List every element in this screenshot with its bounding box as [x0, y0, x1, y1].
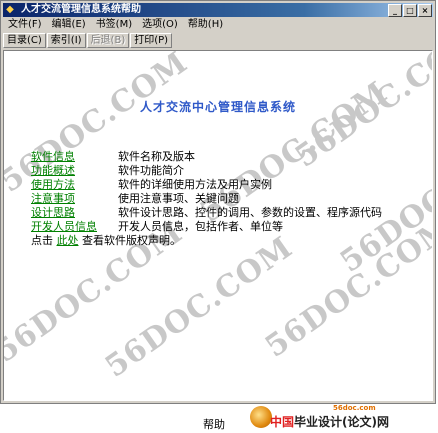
entry-description: 软件名称及版本: [118, 150, 195, 163]
list-item: 开发人员信息 开发人员信息，包括作者、单位等: [31, 220, 283, 234]
print-button[interactable]: 打印(P): [130, 33, 173, 48]
site-logo: 56doc.com 中国毕业设计(论文)网: [248, 404, 438, 433]
list-item: 注意事项 使用注意事项、关键问题: [31, 192, 239, 206]
close-button[interactable]: ×: [418, 4, 432, 17]
copyright-note: 点击 此处 查看软件版权声明。: [31, 234, 181, 248]
list-item: 功能概述 软件功能简介: [31, 164, 184, 178]
topic-list: 软件信息 软件名称及版本 功能概述 软件功能简介 使用方法 软件的详细使用方法及…: [31, 150, 382, 248]
logo-text: 中国毕业设计(论文)网: [270, 413, 389, 430]
link-design[interactable]: 设计思路: [31, 206, 75, 220]
toolbar: 目录(C) 索引(I) 后退(B) 打印(P): [3, 33, 433, 48]
link-function-overview[interactable]: 功能概述: [31, 164, 75, 178]
logo-url: 56doc.com: [333, 404, 376, 412]
menu-file[interactable]: 文件(F): [3, 18, 47, 31]
list-item: 使用方法 软件的详细使用方法及用户实例: [31, 178, 272, 192]
note-prefix: 点击: [31, 234, 53, 247]
maximize-button[interactable]: □: [403, 4, 417, 17]
watermark: 56DOC.COM: [99, 229, 300, 385]
link-software-info[interactable]: 软件信息: [31, 150, 75, 164]
entry-description: 软件功能简介: [118, 164, 184, 177]
note-suffix: 查看软件版权声明。: [82, 234, 181, 247]
watermark: 56DOC.COM: [259, 209, 433, 365]
back-button[interactable]: 后退(B): [86, 33, 130, 48]
contents-button[interactable]: 目录(C): [3, 33, 46, 48]
title-bar[interactable]: ◆ 人才交流管理信息系统帮助 _ □ ×: [3, 3, 433, 17]
menu-options[interactable]: 选项(O): [137, 18, 183, 31]
logo-text-black: 毕业设计(论文)网: [294, 415, 389, 429]
entry-description: 开发人员信息，包括作者、单位等: [118, 220, 283, 233]
entry-description: 软件设计思路、控件的调用、参数的设置、程序源代码: [118, 206, 382, 219]
link-developers[interactable]: 开发人员信息: [31, 220, 97, 234]
menu-bar: 文件(F) 编辑(E) 书签(M) 选项(O) 帮助(H): [3, 18, 433, 31]
page-title: 人才交流中心管理信息系统: [139, 100, 296, 114]
link-notes[interactable]: 注意事项: [31, 192, 75, 206]
help-book-icon: ◆: [6, 4, 14, 15]
link-copyright[interactable]: 此处: [57, 234, 79, 247]
entry-description: 软件的详细使用方法及用户实例: [118, 178, 272, 191]
menu-edit[interactable]: 编辑(E): [47, 18, 91, 31]
minimize-button[interactable]: _: [388, 4, 402, 17]
list-item: 软件信息 软件名称及版本: [31, 150, 195, 164]
window-title: 人才交流管理信息系统帮助: [21, 4, 141, 15]
list-item: 设计思路 软件设计思路、控件的调用、参数的设置、程序源代码: [31, 206, 382, 220]
logo-emblem-icon: [250, 406, 272, 428]
footer-caption: 帮助: [203, 418, 225, 431]
menu-help[interactable]: 帮助(H): [183, 18, 228, 31]
entry-description: 使用注意事项、关键问题: [118, 192, 239, 205]
watermark: 56DOC.COM: [334, 124, 433, 280]
help-window: ◆ 人才交流管理信息系统帮助 _ □ × 文件(F) 编辑(E) 书签(M) 选…: [0, 0, 436, 404]
index-button[interactable]: 索引(I): [46, 33, 86, 48]
window-controls: _ □ ×: [388, 4, 432, 17]
menu-bookmark[interactable]: 书签(M): [91, 18, 137, 31]
help-content-pane[interactable]: 56DOC.COM 56DOC.COM 56DOC.COM 56DOC.COM …: [3, 50, 433, 401]
link-usage[interactable]: 使用方法: [31, 178, 75, 192]
logo-text-red: 中国: [270, 415, 295, 429]
